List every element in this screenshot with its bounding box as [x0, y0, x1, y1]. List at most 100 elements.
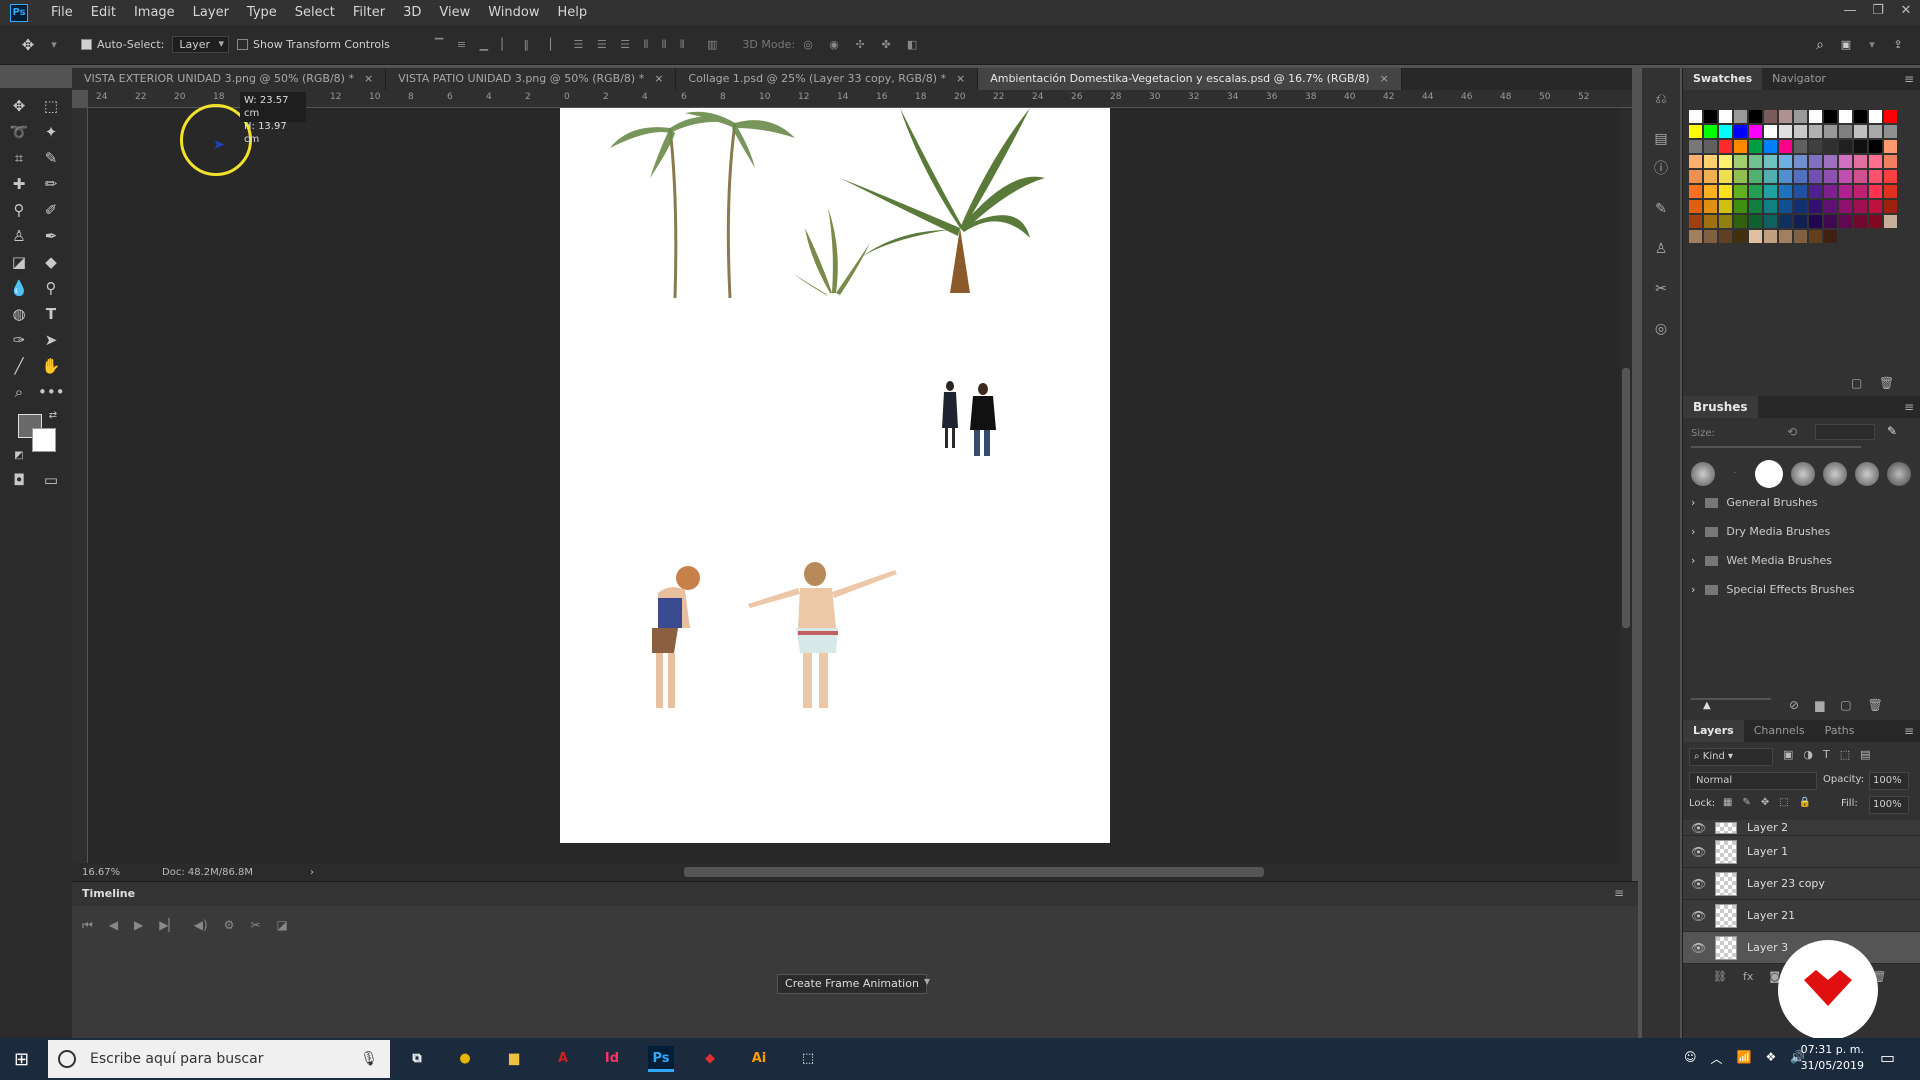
menu-image[interactable]: Image — [125, 5, 184, 20]
visibility-eye-icon[interactable]: 👁 — [1691, 877, 1706, 891]
menu-file[interactable]: File — [42, 5, 82, 20]
pen-tool-icon[interactable]: ✑ — [6, 328, 32, 352]
color-swatch[interactable] — [1764, 230, 1777, 243]
canvas-area[interactable] — [88, 108, 1620, 863]
brush-edit-icon[interactable]: ✎ — [1887, 424, 1897, 438]
color-swatch[interactable] — [1704, 185, 1717, 198]
color-swatch[interactable] — [1794, 185, 1807, 198]
color-swatch[interactable] — [1764, 110, 1777, 123]
share-icon[interactable]: ⇪ — [1890, 38, 1906, 52]
snipping-icon[interactable]: ⬚ — [795, 1046, 821, 1072]
spin-tool-icon[interactable]: ◍ — [6, 302, 32, 326]
color-swatch[interactable] — [1719, 215, 1732, 228]
auto-align-icon[interactable]: ▥ — [707, 38, 717, 51]
align-right-icon[interactable]: ▕ — [543, 38, 551, 51]
screen-mode-icon[interactable]: ▭ — [38, 468, 64, 492]
more-tools-icon[interactable]: ••• — [38, 380, 65, 404]
3d-panel-icon[interactable]: ◎ — [1650, 318, 1672, 340]
color-swatch[interactable] — [1794, 125, 1807, 138]
menu-help[interactable]: Help — [549, 5, 597, 20]
color-swatch[interactable] — [1854, 125, 1867, 138]
color-swatch[interactable] — [1719, 155, 1732, 168]
align-left-icon[interactable]: ▏ — [502, 38, 510, 51]
menu-window[interactable]: Window — [479, 5, 548, 20]
color-swatch[interactable] — [1749, 170, 1762, 183]
visibility-eye-icon[interactable]: 👁 — [1691, 845, 1706, 859]
brush-size-slider[interactable] — [1691, 446, 1861, 448]
distribute-vcenter-icon[interactable]: ☰ — [597, 38, 607, 51]
distribute-left-icon[interactable]: ⫴ — [644, 38, 649, 51]
color-swatch[interactable] — [1734, 215, 1747, 228]
color-swatch[interactable] — [1854, 170, 1867, 183]
brush-size-input[interactable] — [1815, 424, 1875, 440]
color-swatch[interactable] — [1779, 140, 1792, 153]
first-frame-icon[interactable]: ⏮ — [82, 918, 93, 933]
color-swatch[interactable] — [1809, 110, 1822, 123]
vertical-scrollbar[interactable] — [1620, 108, 1632, 863]
eyedropper-tool-icon[interactable]: ✎ — [38, 146, 64, 170]
color-swatch[interactable] — [1764, 215, 1777, 228]
color-swatch[interactable] — [1824, 185, 1837, 198]
tab-swatches[interactable]: Swatches — [1683, 68, 1763, 90]
color-swatch[interactable] — [1794, 110, 1807, 123]
color-swatch[interactable] — [1884, 185, 1897, 198]
brush-folder-dry[interactable]: › Dry Media Brushes — [1691, 525, 1830, 538]
color-swatch[interactable] — [1764, 200, 1777, 213]
audio-icon[interactable]: ◀) — [194, 918, 208, 933]
color-swatch[interactable] — [1779, 155, 1792, 168]
quick-mask-icon[interactable]: ◘ — [6, 468, 32, 492]
color-swatch[interactable] — [1824, 230, 1837, 243]
healing-brush-tool-icon[interactable]: ✚ — [6, 172, 32, 196]
color-swatch[interactable] — [1689, 215, 1702, 228]
marquee-tool-icon[interactable]: ⬚ — [38, 94, 64, 118]
color-swatch[interactable] — [1719, 110, 1732, 123]
color-swatch[interactable] — [1719, 170, 1732, 183]
tool-preset-dropdown[interactable]: ▾ — [46, 38, 62, 52]
color-swatch[interactable] — [1749, 200, 1762, 213]
color-swatch[interactable] — [1809, 125, 1822, 138]
close-tab-icon[interactable]: × — [956, 72, 965, 85]
brush-preset[interactable] — [1823, 462, 1847, 486]
slide-3d-icon[interactable]: ✤ — [878, 38, 894, 52]
color-swatch[interactable] — [1779, 185, 1792, 198]
color-swatch[interactable] — [1734, 170, 1747, 183]
path-selection-tool-icon[interactable]: ➤ — [38, 328, 64, 352]
color-swatch[interactable] — [1824, 125, 1837, 138]
distribute-right-icon[interactable]: ⫴ — [680, 38, 685, 51]
sketchup-icon[interactable]: ◆ — [697, 1046, 723, 1072]
menu-select[interactable]: Select — [286, 5, 344, 20]
tool-presets-icon[interactable]: ✂ — [1650, 278, 1672, 300]
color-swatch[interactable] — [1689, 155, 1702, 168]
color-swatch[interactable] — [1779, 200, 1792, 213]
illustrator-icon[interactable]: Ai — [746, 1046, 772, 1072]
color-swatch[interactable] — [1839, 125, 1852, 138]
layer-row[interactable]: 👁 Layer 23 copy — [1683, 868, 1920, 900]
align-top-icon[interactable]: ▔ — [435, 38, 443, 51]
filter-adjustment-icon[interactable]: ◑ — [1803, 748, 1813, 761]
distribute-top-icon[interactable]: ☰ — [574, 38, 584, 51]
brush-folder-general[interactable]: › General Brushes — [1691, 496, 1818, 509]
color-swatch[interactable] — [1764, 140, 1777, 153]
document-canvas[interactable] — [560, 108, 1110, 843]
color-swatch[interactable] — [1734, 200, 1747, 213]
color-swatch[interactable] — [1824, 170, 1837, 183]
color-swatch[interactable] — [1749, 215, 1762, 228]
color-swatch[interactable] — [1809, 170, 1822, 183]
auto-select-dropdown[interactable]: Layer — [172, 36, 230, 53]
layer-effects-icon[interactable]: fx — [1743, 970, 1753, 983]
menu-view[interactable]: View — [430, 5, 479, 20]
color-swatch[interactable] — [1854, 215, 1867, 228]
tray-chevron-icon[interactable]: ︿ — [1711, 1050, 1723, 1067]
visibility-eye-icon[interactable]: 👁 — [1691, 909, 1706, 923]
color-swatch[interactable] — [1884, 125, 1897, 138]
stamp-tool-icon[interactable]: ♙ — [6, 224, 32, 248]
color-swatch[interactable] — [1689, 185, 1702, 198]
brush-preset[interactable] — [1791, 462, 1815, 486]
split-icon[interactable]: ✂ — [250, 918, 260, 933]
status-arrow-icon[interactable]: › — [310, 867, 314, 878]
color-swatch[interactable] — [1839, 140, 1852, 153]
dropbox-icon[interactable]: ❖ — [1765, 1050, 1776, 1067]
delete-brush-icon[interactable]: 🗑 — [1868, 698, 1883, 712]
move-tool-icon[interactable]: ✥ — [20, 37, 36, 52]
menu-edit[interactable]: Edit — [82, 5, 125, 20]
